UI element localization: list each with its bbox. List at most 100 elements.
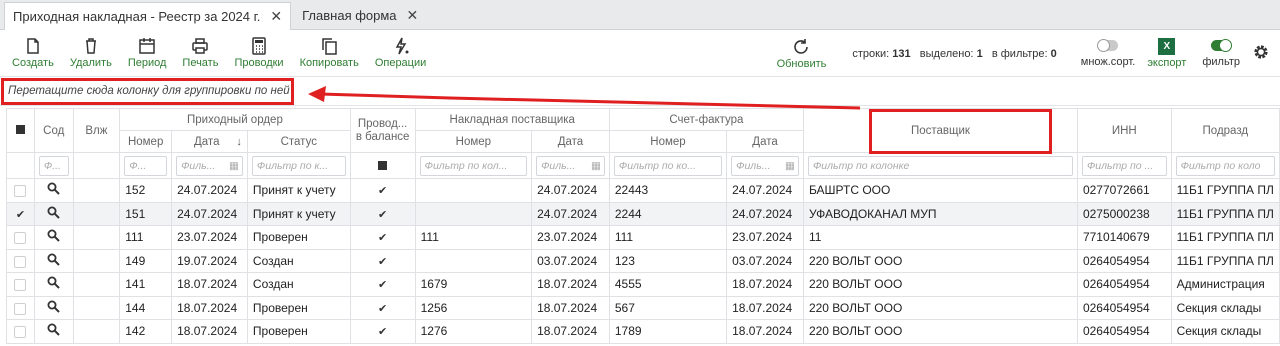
col-date[interactable]: Дата ↓ xyxy=(171,130,248,153)
filter-number-input[interactable]: Ф... xyxy=(124,155,168,176)
filter-content-input[interactable]: Ф... xyxy=(38,155,69,176)
table-row[interactable]: 142 18.07.2024 Проверен ✔ 1276 18.07.2024 1789… xyxy=(6,319,1280,344)
row-select-cell[interactable]: ✔ xyxy=(6,201,35,226)
search-icon[interactable] xyxy=(47,253,60,266)
row-select-cell[interactable] xyxy=(6,319,35,344)
row-posted-cell: ✔ xyxy=(349,319,416,344)
calendar-icon[interactable]: ▦ xyxy=(785,160,795,172)
search-icon[interactable] xyxy=(47,229,60,242)
delete-label: Удалить xyxy=(69,57,112,69)
settings-button[interactable] xyxy=(1252,43,1270,64)
search-icon[interactable] xyxy=(47,323,60,336)
calendar-icon[interactable]: ▦ xyxy=(591,160,601,172)
row-content-cell[interactable] xyxy=(33,178,74,203)
row-checkbox[interactable] xyxy=(14,185,27,198)
filter-tax-number-input[interactable]: Фильтр по ко... xyxy=(613,155,723,176)
row-checkbox[interactable] xyxy=(14,326,27,339)
col-tax-number[interactable]: Номер xyxy=(608,130,728,153)
row-tax-date-cell: 18.07.2024 xyxy=(726,319,804,344)
row-content-cell[interactable] xyxy=(33,295,74,320)
row-inn-cell: 0264054954 xyxy=(1076,248,1172,273)
delete-button[interactable]: Удалить xyxy=(70,31,112,75)
col-number[interactable]: Номер xyxy=(119,130,173,153)
table-row[interactable]: 111 23.07.2024 Проверен ✔ 111 23.07.2024 111 23… xyxy=(6,225,1280,250)
search-icon[interactable] xyxy=(47,206,60,219)
filter-cell: Фильтр по ко... xyxy=(608,152,728,179)
filter-cell: Фильтр по к... xyxy=(246,152,351,179)
multisort-toggle[interactable]: множ.сорт. xyxy=(1080,38,1136,68)
copy-button[interactable]: Копировать xyxy=(300,31,359,75)
row-content-cell[interactable] xyxy=(33,319,74,344)
search-icon[interactable] xyxy=(47,182,60,195)
row-supplier-cell: 11 xyxy=(802,225,1078,250)
filter-supplier-input[interactable]: Фильтр по колонке xyxy=(807,155,1073,176)
filter-status-input[interactable]: Фильтр по к... xyxy=(251,155,346,176)
col-division[interactable]: Подразд xyxy=(1170,108,1280,153)
row-select-cell[interactable] xyxy=(6,178,35,203)
row-tax-date-cell: 18.07.2024 xyxy=(726,295,804,320)
select-all-checkbox[interactable] xyxy=(15,124,25,134)
period-button[interactable]: Период xyxy=(128,31,166,75)
row-content-cell[interactable] xyxy=(33,201,74,226)
close-icon[interactable]: ✕ xyxy=(407,7,419,24)
print-button[interactable]: Печать xyxy=(182,31,218,75)
filtered-label: в фильтре: xyxy=(991,47,1048,60)
search-icon[interactable] xyxy=(47,276,60,289)
check-icon: ✔ xyxy=(378,185,388,198)
search-icon[interactable] xyxy=(47,300,60,313)
export-button[interactable]: X экспорт xyxy=(1147,38,1186,69)
row-checkbox[interactable] xyxy=(14,302,27,315)
row-select-cell[interactable] xyxy=(6,295,35,320)
row-content-cell[interactable] xyxy=(33,248,74,273)
table-row[interactable]: 141 18.07.2024 Создан ✔ 1679 18.07.2024 4555 18… xyxy=(6,272,1280,297)
operations-button[interactable]: Операции xyxy=(375,31,426,75)
table-row[interactable]: 149 19.07.2024 Создан ✔ 03.07.2024 123 03.07.2… xyxy=(6,248,1280,273)
row-tax-date-cell: 24.07.2024 xyxy=(726,178,804,203)
tab-invoice-registry[interactable]: Приходная накладная - Реестр за 2024 г. … xyxy=(4,2,292,30)
check-icon: ✔ xyxy=(378,232,388,245)
filter-date-input[interactable]: Филь... ▦ xyxy=(176,155,243,176)
filter-tax-date-input[interactable]: Филь... ▦ xyxy=(731,155,799,176)
tab-main-form[interactable]: Главная форма ✕ xyxy=(293,1,427,29)
row-content-cell[interactable] xyxy=(33,225,74,250)
col-status[interactable]: Статус xyxy=(246,130,351,153)
row-checkbox[interactable] xyxy=(14,255,27,268)
col-inv-number[interactable]: Номер xyxy=(414,130,533,153)
row-select-cell[interactable] xyxy=(6,225,35,250)
table-row[interactable]: 144 18.07.2024 Проверен ✔ 1256 18.07.2024 567 1… xyxy=(6,295,1280,320)
col-inv-date[interactable]: Дата xyxy=(531,130,610,153)
multisort-label: множ.сорт. xyxy=(1080,55,1136,68)
row-tax-num-cell: 567 xyxy=(608,295,728,320)
table-row[interactable]: 152 24.07.2024 Принят к учету ✔ 24.07.2024 22… xyxy=(6,178,1280,203)
row-posted-cell: ✔ xyxy=(349,248,416,273)
table-row[interactable]: ✔ 151 24.07.2024 Принят к учету ✔ 24.07.2024 2… xyxy=(6,201,1280,226)
col-content[interactable]: Сод xyxy=(33,108,74,153)
row-status-cell: Принят к учету xyxy=(246,178,351,203)
calendar-icon[interactable]: ▦ xyxy=(229,160,239,172)
postings-button[interactable]: Проводки xyxy=(234,31,284,75)
filter-inv-number-input[interactable]: Фильтр по кол... xyxy=(419,155,528,176)
row-content-cell[interactable] xyxy=(33,272,74,297)
toggle-switch[interactable] xyxy=(1097,38,1119,52)
row-select-cell[interactable] xyxy=(6,272,35,297)
filter-division-input[interactable]: Фильтр по коло xyxy=(1175,155,1275,176)
create-button[interactable]: Создать xyxy=(12,31,54,75)
col-inn[interactable]: ИНН xyxy=(1076,108,1172,153)
filter-inn-input[interactable]: Фильтр по ... xyxy=(1081,155,1167,176)
col-posted[interactable]: Провод... в балансе xyxy=(349,108,416,153)
col-tax-date[interactable]: Дата xyxy=(726,130,804,153)
row-checkbox[interactable] xyxy=(14,279,27,292)
row-inv-num-cell xyxy=(414,178,533,203)
check-icon[interactable]: ✔ xyxy=(16,209,25,221)
refresh-button[interactable]: Обновить xyxy=(777,32,826,76)
close-icon[interactable]: ✕ xyxy=(270,8,282,25)
tab-label: Приходная накладная - Реестр за 2024 г. xyxy=(13,9,261,24)
toggle-switch[interactable] xyxy=(1211,38,1233,52)
filter-inv-date-input[interactable]: Филь... ▦ xyxy=(536,155,605,176)
filter-toggle[interactable]: фильтр xyxy=(1202,38,1240,68)
select-all-cell[interactable] xyxy=(6,108,35,153)
col-attach[interactable]: Влж xyxy=(72,108,121,153)
row-select-cell[interactable] xyxy=(6,248,35,273)
filter-posted-checkbox[interactable] xyxy=(378,160,388,170)
row-checkbox[interactable] xyxy=(14,232,27,245)
